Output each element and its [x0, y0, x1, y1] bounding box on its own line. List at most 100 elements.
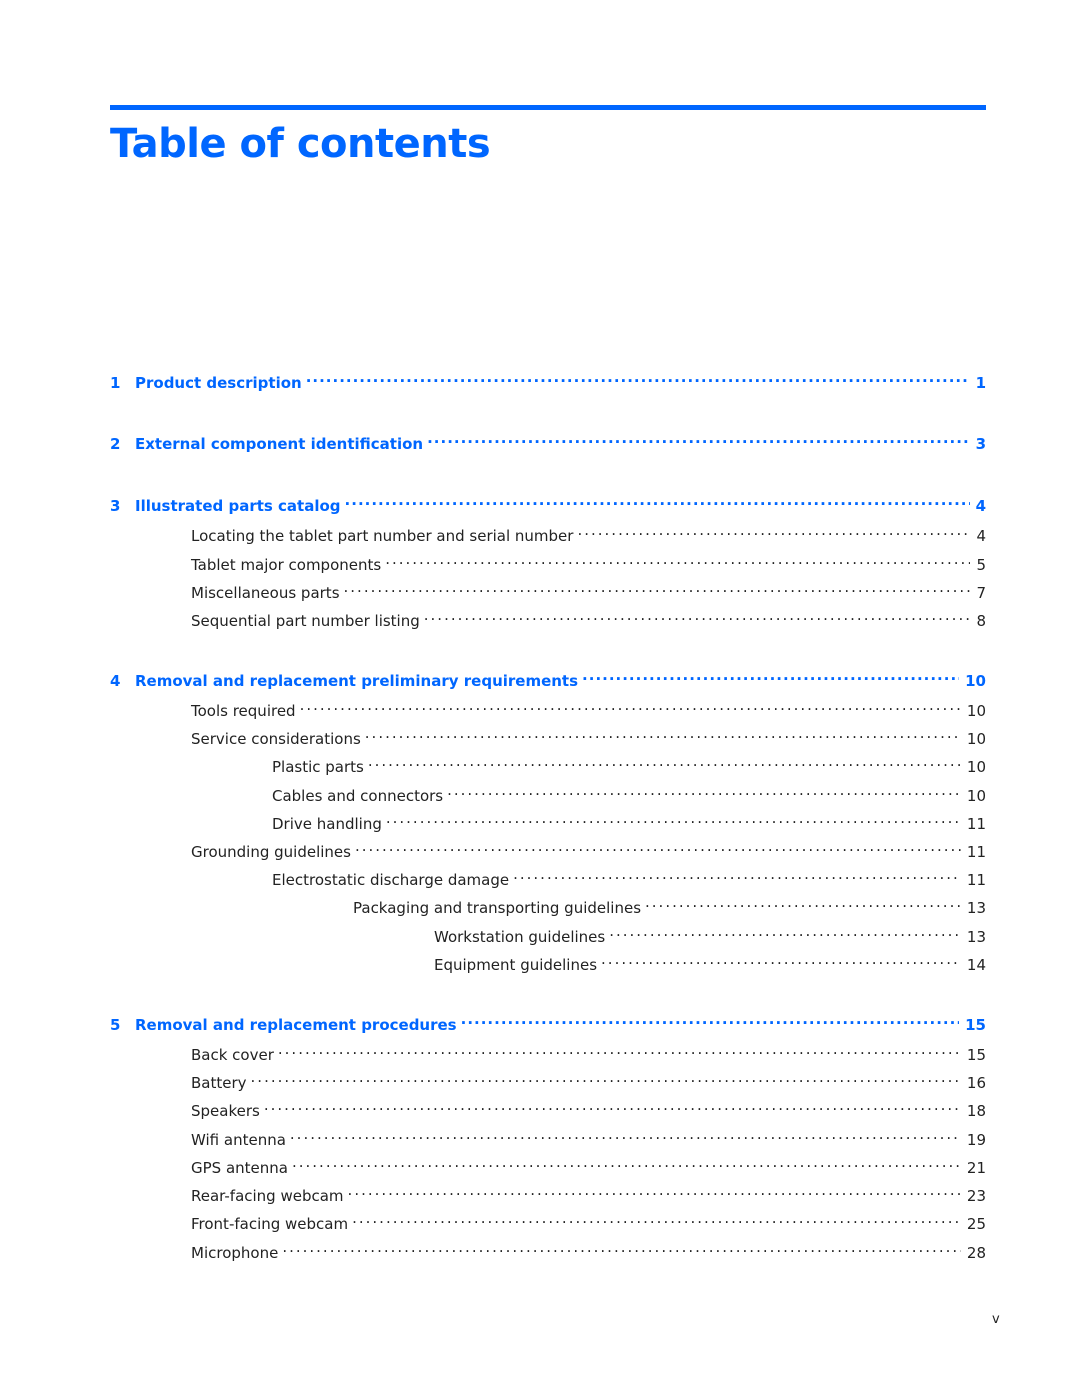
toc-section-entry[interactable]: Speakers 18 — [110, 1094, 986, 1120]
toc-page-number[interactable]: 13 — [961, 897, 986, 919]
toc-section-entry[interactable]: Workstation guidelines 13 — [110, 920, 986, 946]
toc-entry-label[interactable]: Wifi antenna — [191, 1129, 290, 1151]
toc-entry-label[interactable]: Equipment guidelines — [434, 954, 601, 976]
toc-section-entry[interactable]: Locating the tablet part number and seri… — [110, 519, 986, 545]
toc-page-number[interactable]: 15 — [959, 1014, 986, 1036]
toc-section-entry[interactable]: Microphone 28 — [110, 1236, 986, 1262]
toc-entry-label[interactable]: Removal and replacement preliminary requ… — [135, 670, 582, 692]
dot-leader — [292, 1151, 961, 1173]
title-rule — [110, 105, 986, 110]
toc-section-entry[interactable]: Miscellaneous parts 7 — [110, 576, 986, 602]
toc-section-entry[interactable]: Sequential part number listing 8 — [110, 604, 986, 630]
toc-entry-label[interactable]: Drive handling — [272, 813, 386, 835]
toc-section-entry[interactable]: GPS antenna 21 — [110, 1151, 986, 1177]
toc-entry-label[interactable]: Battery — [191, 1072, 251, 1094]
toc-page-number[interactable]: 10 — [961, 728, 986, 750]
toc-page-number[interactable]: 14 — [961, 954, 986, 976]
toc-entry-label[interactable]: Plastic parts — [272, 756, 368, 778]
toc-entry-label[interactable]: Microphone — [191, 1242, 282, 1264]
toc-entry-label[interactable]: Sequential part number listing — [191, 610, 424, 632]
dot-leader — [513, 863, 961, 885]
toc-section-entry[interactable]: Battery 16 — [110, 1066, 986, 1092]
toc-section-entry[interactable]: Grounding guidelines 11 — [110, 835, 986, 861]
toc-entry-label[interactable]: Workstation guidelines — [434, 926, 609, 948]
toc-page-number[interactable]: 25 — [961, 1213, 986, 1235]
toc-page-number[interactable]: 1 — [970, 372, 986, 394]
dot-leader — [352, 1207, 961, 1229]
toc-page-number[interactable]: 15 — [961, 1044, 986, 1066]
toc-page-number[interactable]: 28 — [961, 1242, 986, 1264]
toc-page-number[interactable]: 18 — [961, 1100, 986, 1122]
toc-page-number[interactable]: 10 — [961, 785, 986, 807]
toc-entry-label[interactable]: Illustrated parts catalog — [135, 495, 345, 517]
toc-page-number[interactable]: 16 — [961, 1072, 986, 1094]
dot-leader — [355, 835, 961, 857]
toc-page-number[interactable]: 8 — [970, 610, 986, 632]
toc-page-number[interactable]: 11 — [961, 813, 986, 835]
chapter-number: 4 — [110, 672, 121, 690]
dot-leader — [278, 1038, 961, 1060]
toc-section-entry[interactable]: Front-facing webcam 25 — [110, 1207, 986, 1233]
toc-entry-label[interactable]: Removal and replacement procedures — [135, 1014, 461, 1036]
dot-leader — [300, 694, 961, 716]
toc-chapter-entry[interactable]: 4 Removal and replacement preliminary req… — [110, 664, 986, 690]
toc-page-number[interactable]: 3 — [970, 433, 986, 455]
toc-entry-label[interactable]: Rear-facing webcam — [191, 1185, 348, 1207]
toc-page-number[interactable]: 7 — [970, 582, 986, 604]
toc-entry-label[interactable]: Tools required — [191, 700, 300, 722]
toc-section-entry[interactable]: Wifi antenna 19 — [110, 1123, 986, 1149]
toc-section-entry[interactable]: Cables and connectors 10 — [110, 779, 986, 805]
toc-section-entry[interactable]: Back cover 15 — [110, 1038, 986, 1064]
toc-section-entry[interactable]: Service considerations 10 — [110, 722, 986, 748]
toc-entry-label[interactable]: Electrostatic discharge damage — [272, 869, 513, 891]
dot-leader — [251, 1066, 961, 1088]
toc-page-number[interactable]: 19 — [961, 1129, 986, 1151]
toc-entry-label[interactable]: Product description — [135, 372, 306, 394]
toc-entry-label[interactable]: Miscellaneous parts — [191, 582, 344, 604]
toc-entry-label[interactable]: External component identification — [135, 433, 427, 455]
chapter-number: 3 — [110, 497, 121, 515]
toc-section-entry[interactable]: Electrostatic discharge damage 11 — [110, 863, 986, 889]
toc-page-number[interactable]: 11 — [961, 869, 986, 891]
dot-leader — [601, 948, 961, 970]
toc-entry-label[interactable]: Tablet major components — [191, 554, 385, 576]
toc-page-number[interactable]: 11 — [961, 841, 986, 863]
toc-section-entry[interactable]: Equipment guidelines 14 — [110, 948, 986, 974]
dot-leader — [348, 1179, 961, 1201]
toc-page-number[interactable]: 10 — [961, 700, 986, 722]
toc-section-entry[interactable]: Tablet major components 5 — [110, 548, 986, 574]
toc-entry-label[interactable]: GPS antenna — [191, 1157, 292, 1179]
toc-chapter-entry[interactable]: 3 Illustrated parts catalog 4 — [110, 489, 986, 515]
toc-section-entry[interactable]: Plastic parts 10 — [110, 750, 986, 776]
toc-page-number[interactable]: 4 — [970, 495, 986, 517]
dot-leader — [365, 722, 961, 744]
dot-leader — [344, 576, 971, 598]
toc-chapter-entry[interactable]: 1 Product description 1 — [110, 366, 986, 392]
toc-entry-label[interactable]: Back cover — [191, 1044, 278, 1066]
toc-entry-label[interactable]: Grounding guidelines — [191, 841, 355, 863]
toc-entry-label[interactable]: Locating the tablet part number and seri… — [191, 525, 577, 547]
toc-entry-label[interactable]: Packaging and transporting guidelines — [353, 897, 645, 919]
toc-entry-label[interactable]: Speakers — [191, 1100, 264, 1122]
toc-page-number[interactable]: 21 — [961, 1157, 986, 1179]
toc-section-entry[interactable]: Drive handling 11 — [110, 807, 986, 833]
toc-section-entry[interactable]: Packaging and transporting guidelines 13 — [110, 891, 986, 917]
toc-section-entry[interactable]: Rear-facing webcam 23 — [110, 1179, 986, 1205]
toc-page-number[interactable]: 10 — [959, 670, 986, 692]
toc-entry-label[interactable]: Service considerations — [191, 728, 365, 750]
chapter-number: 5 — [110, 1016, 121, 1034]
toc-chapter-entry[interactable]: 2 External component identification 3 — [110, 427, 986, 453]
dot-leader — [461, 1008, 960, 1030]
toc-entry-label[interactable]: Cables and connectors — [272, 785, 447, 807]
page-number: v — [992, 1312, 1000, 1327]
toc-page-number[interactable]: 4 — [970, 525, 986, 547]
dot-leader — [264, 1094, 961, 1116]
toc-page-number[interactable]: 13 — [961, 926, 986, 948]
toc-page-number[interactable]: 23 — [961, 1185, 986, 1207]
toc-chapter-entry[interactable]: 5 Removal and replacement procedures 15 — [110, 1008, 986, 1034]
toc-page-number[interactable]: 5 — [970, 554, 986, 576]
toc-entry-label[interactable]: Front-facing webcam — [191, 1213, 352, 1235]
toc-page-number[interactable]: 10 — [961, 756, 986, 778]
toc-section-entry[interactable]: Tools required 10 — [110, 694, 986, 720]
dot-leader — [447, 779, 961, 801]
